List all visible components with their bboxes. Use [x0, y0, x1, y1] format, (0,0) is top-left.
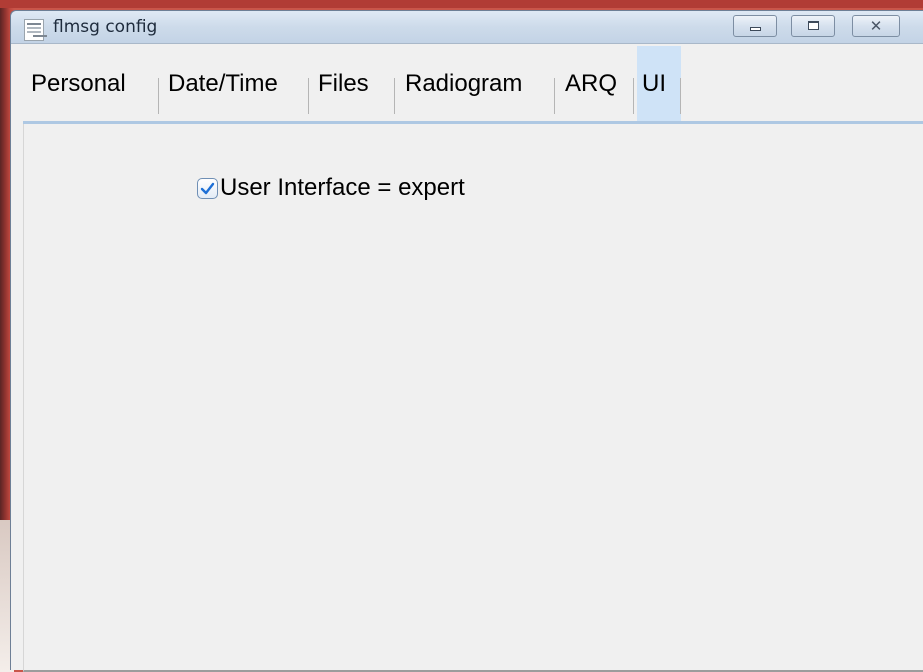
window-title: flmsg config — [53, 17, 158, 37]
tab-arq[interactable]: ARQ — [560, 46, 622, 122]
tab-separator — [680, 78, 681, 114]
tab-separator — [633, 78, 634, 114]
tab-files[interactable]: Files — [313, 46, 374, 122]
tab-ui[interactable]: UI — [637, 46, 681, 122]
app-icon — [24, 19, 44, 41]
tab-separator — [394, 78, 395, 114]
config-window: flmsg config ✕ Personal Date/Time Files … — [10, 10, 923, 672]
minimize-button[interactable] — [733, 15, 777, 37]
tab-separator — [308, 78, 309, 114]
expert-ui-option[interactable]: User Interface = expert — [197, 173, 465, 203]
ui-tab-panel: User Interface = expert — [23, 124, 923, 672]
maximize-button[interactable] — [791, 15, 835, 37]
checkmark-icon — [200, 182, 215, 194]
tab-separator — [554, 78, 555, 114]
tab-separator — [158, 78, 159, 114]
close-button[interactable]: ✕ — [852, 15, 900, 37]
title-bar[interactable]: flmsg config ✕ — [11, 11, 923, 43]
expert-ui-label: User Interface = expert — [220, 174, 465, 201]
tab-bar: Personal Date/Time Files Radiogram ARQ U… — [11, 44, 923, 124]
close-icon: ✕ — [869, 17, 883, 35]
tab-date-time[interactable]: Date/Time — [163, 46, 283, 122]
maximize-icon — [808, 21, 819, 30]
expert-ui-checkbox[interactable] — [197, 177, 218, 199]
tab-personal[interactable]: Personal — [26, 46, 131, 122]
tab-radiogram[interactable]: Radiogram — [400, 46, 527, 122]
minimize-icon — [750, 27, 761, 31]
